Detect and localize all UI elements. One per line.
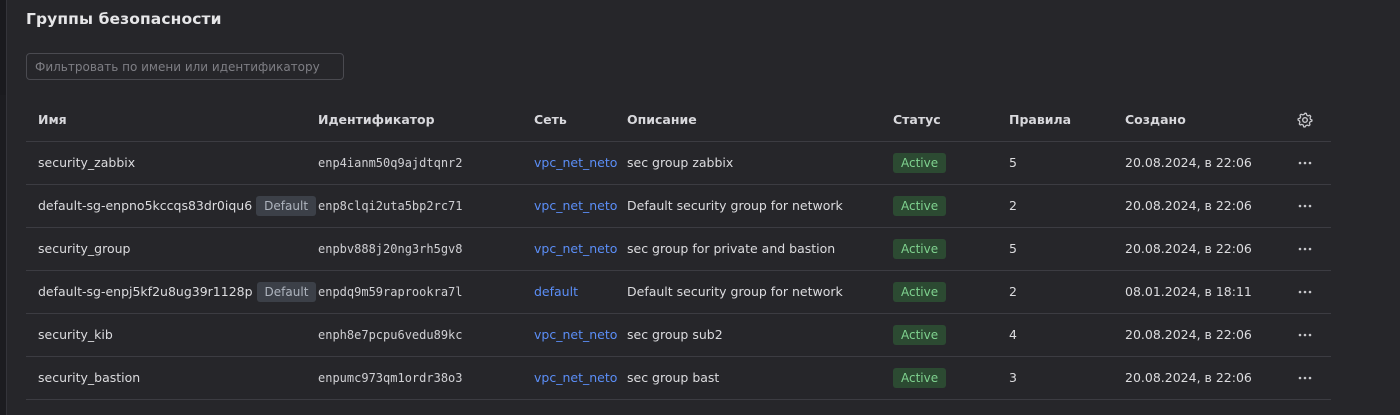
group-id: enp8clqi2uta5bp2rc71 xyxy=(318,199,463,213)
gear-icon xyxy=(1296,99,1314,141)
group-description: sec group zabbix xyxy=(627,155,734,170)
row-name-cell: security_group xyxy=(38,228,130,270)
more-horizontal-icon xyxy=(1296,185,1314,227)
group-description: sec group bast xyxy=(627,370,720,385)
status-cell: Active xyxy=(893,357,947,399)
group-description: Default security group for network xyxy=(627,198,843,213)
more-horizontal-icon xyxy=(1296,228,1314,270)
network-link[interactable]: vpc_net_neto xyxy=(534,241,617,256)
group-name[interactable]: security_kib xyxy=(38,327,113,342)
group-name[interactable]: security_zabbix xyxy=(38,155,135,170)
row-name-cell: default-sg-enpj5kf2u8ug39r1128p Default xyxy=(38,271,317,313)
network-link[interactable]: vpc_net_neto xyxy=(534,155,617,170)
table-row[interactable]: security_bastion enpumc973qm1ordr38o3 vp… xyxy=(26,357,1331,400)
status-cell: Active xyxy=(893,142,947,184)
network-link[interactable]: vpc_net_neto xyxy=(534,370,617,385)
created-date: 20.08.2024, в 22:06 xyxy=(1125,241,1252,256)
table-row[interactable]: security_kib enph8e7pcpu6vedu89kc vpc_ne… xyxy=(26,314,1331,357)
group-name[interactable]: security_group xyxy=(38,241,130,256)
group-id: enpumc973qm1ordr38o3 xyxy=(318,371,463,385)
left-sidebar-edge xyxy=(0,0,7,415)
network-cell: vpc_net_neto xyxy=(534,228,617,270)
row-name-cell: security_kib xyxy=(38,314,113,356)
status-cell: Active xyxy=(893,271,947,313)
table-row[interactable]: security_zabbix enp4ianm50q9ajdtqnr2 vpc… xyxy=(26,142,1331,185)
created-date: 20.08.2024, в 22:06 xyxy=(1125,327,1252,342)
table-settings-button[interactable] xyxy=(1296,99,1314,141)
default-badge: Default xyxy=(256,281,317,302)
row-actions-button[interactable] xyxy=(1296,185,1314,227)
table-row[interactable]: default-sg-enpno5kccqs83dr0iqu6 Default e… xyxy=(26,185,1331,228)
status-cell: Active xyxy=(893,314,947,356)
network-link[interactable]: vpc_net_neto xyxy=(534,198,617,213)
created-date: 08.01.2024, в 18:11 xyxy=(1125,284,1252,299)
table-row[interactable]: security_group enpbv888j20ng3rh5gv8 vpc_… xyxy=(26,228,1331,271)
group-id: enpdq9m59raprookra7l xyxy=(318,285,463,299)
status-badge: Active xyxy=(893,367,947,388)
status-cell: Active xyxy=(893,228,947,270)
group-description: sec group for private and bastion xyxy=(627,241,836,256)
group-name[interactable]: security_bastion xyxy=(38,370,140,385)
group-id: enp4ianm50q9ajdtqnr2 xyxy=(318,156,463,170)
network-cell: vpc_net_neto xyxy=(534,357,617,399)
column-header-network[interactable]: Сеть xyxy=(534,99,567,141)
network-cell: vpc_net_neto xyxy=(534,314,617,356)
row-actions-button[interactable] xyxy=(1296,314,1314,356)
row-actions-button[interactable] xyxy=(1296,357,1314,399)
status-badge: Active xyxy=(893,324,947,345)
more-horizontal-icon xyxy=(1296,142,1314,184)
row-actions-button[interactable] xyxy=(1296,228,1314,270)
sidebar-active-indicator xyxy=(0,0,6,95)
created-date: 20.08.2024, в 22:06 xyxy=(1125,370,1252,385)
column-header-id[interactable]: Идентификатор xyxy=(318,99,435,141)
rules-count: 3 xyxy=(1009,370,1017,385)
rules-count: 5 xyxy=(1009,241,1017,256)
group-name[interactable]: default-sg-enpno5kccqs83dr0iqu6 xyxy=(38,198,252,213)
network-cell: vpc_net_neto xyxy=(534,142,617,184)
status-badge: Active xyxy=(893,152,947,173)
default-badge: Default xyxy=(256,195,317,216)
created-date: 20.08.2024, в 22:06 xyxy=(1125,155,1252,170)
rules-count: 2 xyxy=(1009,284,1017,299)
network-cell: vpc_net_neto xyxy=(534,185,617,227)
status-badge: Active xyxy=(893,281,947,302)
network-cell: default xyxy=(534,271,578,313)
more-horizontal-icon xyxy=(1296,271,1314,313)
more-horizontal-icon xyxy=(1296,357,1314,399)
row-name-cell: default-sg-enpno5kccqs83dr0iqu6 Default xyxy=(38,185,317,227)
more-horizontal-icon xyxy=(1296,314,1314,356)
column-header-created[interactable]: Создано xyxy=(1125,99,1186,141)
column-header-status[interactable]: Статус xyxy=(893,99,941,141)
created-date: 20.08.2024, в 22:06 xyxy=(1125,198,1252,213)
rules-count: 2 xyxy=(1009,198,1017,213)
row-actions-button[interactable] xyxy=(1296,271,1314,313)
network-link[interactable]: vpc_net_neto xyxy=(534,327,617,342)
rules-count: 5 xyxy=(1009,155,1017,170)
row-name-cell: security_bastion xyxy=(38,357,140,399)
status-cell: Active xyxy=(893,185,947,227)
filter-input[interactable] xyxy=(26,53,344,80)
table-row[interactable]: default-sg-enpj5kf2u8ug39r1128p Default e… xyxy=(26,271,1331,314)
group-description: sec group sub2 xyxy=(627,327,723,342)
column-header-description[interactable]: Описание xyxy=(627,99,697,141)
page-title: Группы безопасности xyxy=(26,10,222,28)
group-name[interactable]: default-sg-enpj5kf2u8ug39r1128p xyxy=(38,284,253,299)
table-header: Имя Идентификатор Сеть Описание Статус П… xyxy=(26,99,1331,142)
rules-count: 4 xyxy=(1009,327,1017,342)
network-link[interactable]: default xyxy=(534,284,578,299)
security-groups-table: Имя Идентификатор Сеть Описание Статус П… xyxy=(26,99,1331,400)
status-badge: Active xyxy=(893,195,947,216)
group-id: enph8e7pcpu6vedu89kc xyxy=(318,328,463,342)
status-badge: Active xyxy=(893,238,947,259)
row-actions-button[interactable] xyxy=(1296,142,1314,184)
row-name-cell: security_zabbix xyxy=(38,142,135,184)
group-description: Default security group for network xyxy=(627,284,843,299)
column-header-rules[interactable]: Правила xyxy=(1009,99,1071,141)
group-id: enpbv888j20ng3rh5gv8 xyxy=(318,242,463,256)
column-header-name[interactable]: Имя xyxy=(38,99,67,141)
